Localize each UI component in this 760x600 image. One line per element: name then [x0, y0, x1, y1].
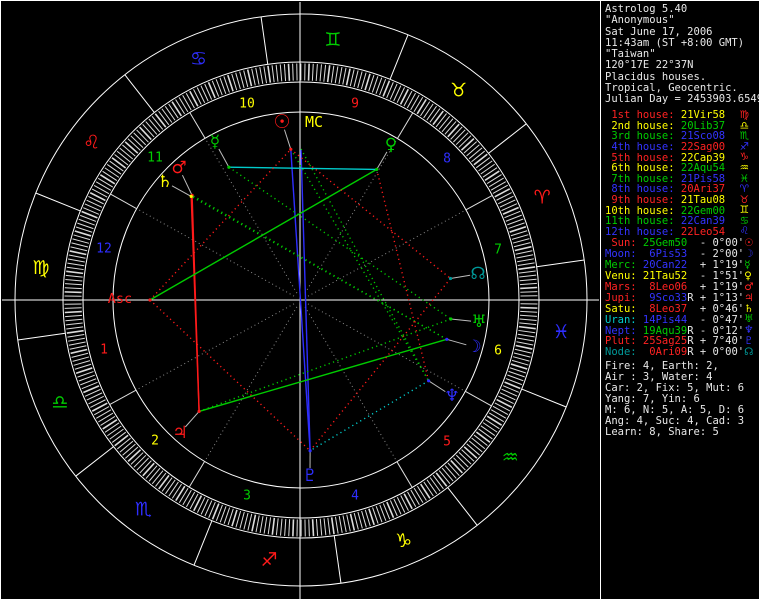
house-number-11: 11: [147, 151, 163, 166]
sign-icon: ♒: [739, 161, 749, 174]
planet-row-merc: Merc: 20Can22 + 1°19' ☿: [605, 258, 755, 271]
house-number-7: 7: [494, 243, 502, 258]
wheel-planet-jupiter: ♃: [172, 423, 187, 443]
zodiac-taurus-icon: ♉: [450, 80, 467, 102]
house-number-6: 6: [494, 344, 502, 359]
element-stats: Fire: 4, Earth: 2, Air : 3, Water: 4 Car…: [605, 361, 744, 438]
panel-divider: [600, 1, 601, 599]
zodiac-leo-icon: ♌: [83, 131, 100, 153]
planet-row-uran: Uran: 14Pis44 - 0°47' ♅: [605, 314, 755, 326]
aspect-moon-mars: [191, 194, 448, 340]
aspect-moon-saturn: [190, 195, 448, 340]
wheel-planet-moon: ☽: [466, 337, 481, 357]
house-number-4: 4: [351, 489, 359, 504]
planet-row-sun: Sun: 25Gem50 - 0°00' ☉: [605, 237, 755, 249]
sign-icon: ♌: [739, 225, 749, 238]
wheel-planet-node: ☊: [470, 264, 485, 284]
planet-icon: ☽: [744, 248, 754, 261]
planet-position-list: Sun: 25Gem50 - 0°00' ☉ Moon: 6Pis53 - 2°00…: [605, 237, 755, 358]
midheaven-label: MC: [305, 113, 323, 131]
wheel-planet-uranus: ♅: [471, 312, 486, 332]
wheel-planet-mercury: ☿: [210, 132, 220, 152]
planet-row-jupi: Jupi: 9Sco33 R + 1°13' ♃: [605, 292, 755, 304]
aspect-neptune-pluto: [309, 380, 429, 452]
chart-info-panel: Astrolog 5.40 "Anonymous" Sat June 17, 2…: [605, 1, 760, 599]
aspect-pluto-node: [309, 278, 452, 452]
planet-icon: ♃: [744, 291, 754, 304]
wheel-planet-sun: ☉: [273, 111, 290, 133]
wheel-planet-neptune: ♆: [444, 386, 459, 406]
wheel-planet-saturn: ♄: [157, 172, 172, 192]
chart-header: Astrolog 5.40 "Anonymous" Sat June 17, 2…: [605, 3, 760, 106]
planet-row-nept: Nept: 19Aqu39 R - 0°12' ♆: [605, 325, 755, 337]
zodiac-aries-icon: ♈: [534, 187, 551, 209]
house-number-10: 10: [239, 97, 255, 112]
zodiac-virgo-icon: ♍: [32, 257, 49, 279]
astrolog-window: ♈ ♉ ♊ ♋ ♌ ♍ ♎ ♏ ♐ ♑ ♒ ♓ 1 2 3 4 5 6 7 8 9 10 11 12 ☉ ☽ ☿ ♀ ♂ ♄ ♃ ♅ ♆ ♇ ☊ As…: [0, 0, 760, 600]
aspect-saturn-jupiter: [190, 196, 200, 412]
planet-icon: ♀: [744, 269, 752, 282]
wheel-planet-venus: ♀: [385, 135, 397, 155]
planet-row-venu: Venu: 21Tau52 - 1°51' ♀: [605, 269, 755, 282]
planet-row-plut: Plut: 25Sag25 R + 7°40' ♇: [605, 335, 755, 347]
house-number-2: 2: [151, 434, 159, 449]
sign-icon: ♈: [739, 183, 749, 196]
sign-icon: ♍: [739, 109, 749, 122]
julian-day: Julian Day = 2453903.6549: [605, 93, 760, 106]
zodiac-gemini-icon: ♊: [324, 29, 341, 51]
house-number-8: 8: [443, 152, 451, 167]
aspect-sun-neptune: [290, 148, 430, 382]
wheel-planet-mars: ♂: [171, 158, 186, 178]
zodiac-libra-icon: ♎: [51, 391, 68, 413]
house-number-1: 1: [100, 343, 108, 358]
house-number-5: 5: [443, 435, 451, 450]
house-number-9: 9: [351, 97, 359, 112]
planet-icon: ☊: [744, 346, 754, 359]
house-cusp-list: 1st house: 21Vir58 ♍ 2nd house: 20Lib37 ♎ …: [605, 109, 755, 238]
planet-row-moon: Moon: 6Pis53 - 2°00' ☽: [605, 248, 755, 260]
stats-learn-share: Learn: 8, Share: 5: [605, 426, 719, 438]
aspect-venus-neptune: [376, 169, 430, 381]
zodiac-pisces-icon: ♓: [553, 321, 570, 343]
wheel-planet-pluto: ♇: [302, 466, 317, 486]
aspect-jupiter-uranus: [198, 318, 452, 413]
zodiac-cancer-icon: ♋: [190, 48, 207, 70]
zodiac-scorpio-icon: ♏: [135, 498, 152, 520]
house-row-12: 12th house: 22Leo54 ♌: [605, 225, 755, 238]
planet-icon: ☿: [744, 258, 751, 271]
pointer-lines: [171, 129, 472, 469]
planet-row-mars: Mars: 8Leo06 + 1°19' ♂: [605, 281, 755, 293]
zodiac-capricorn-icon: ♑: [395, 530, 412, 552]
house-number-12: 12: [96, 242, 112, 257]
zodiac-sagittarius-icon: ♐: [261, 549, 278, 571]
planet-row-node: Node: 0Ari09 R + 0°00' ☊: [605, 346, 755, 358]
planet-icon: ♂: [744, 280, 754, 293]
aspect-moon-jupiter: [198, 338, 447, 413]
natal-chart-wheel: ♈♉♊♋♌♍♎♏♐♑♒♓123 456789101112☉☽☿ ♀♂♄♃♅♆♇☊As…: [2, 2, 599, 599]
zodiac-aquarius-icon: ♒: [502, 447, 519, 469]
ascendant-label: Asc: [108, 291, 132, 307]
planet-row-satu: Satu: 8Leo37 + 0°46' ♄: [605, 303, 755, 315]
house-number-3: 3: [243, 489, 251, 504]
chart-name: "Anonymous": [605, 14, 675, 27]
